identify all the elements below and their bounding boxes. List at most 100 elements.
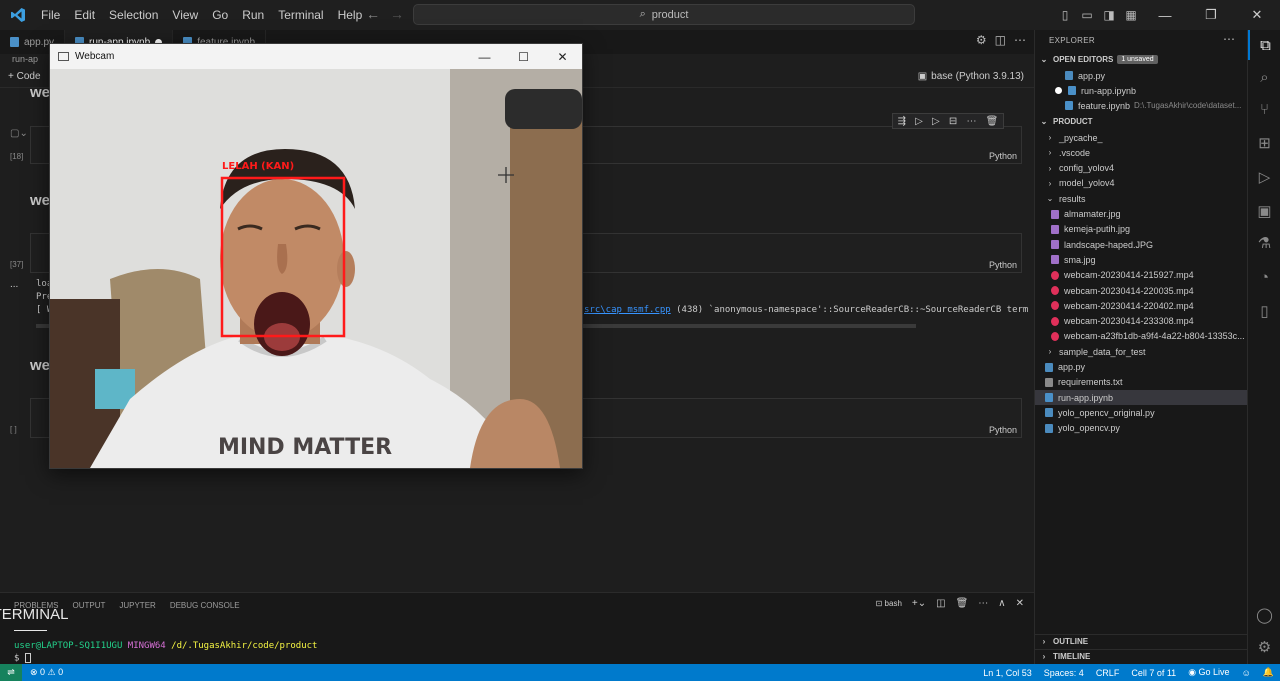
tree-folder[interactable]: › .vscode [1035, 145, 1248, 160]
tree-file[interactable]: sma.jpg [1035, 252, 1248, 267]
open-editor-item[interactable]: run-app.ipynb [1035, 83, 1248, 98]
kill-terminal-icon[interactable]: 🗑 [956, 598, 969, 609]
tree-file[interactable]: yolo_opencv_original.py [1035, 405, 1248, 420]
jupyter-icon[interactable]: ▯ [1248, 296, 1280, 326]
open-editor-item[interactable]: feature.ipynb D:\.TugasAkhir\code\datase… [1035, 98, 1248, 113]
close-icon[interactable]: ✕ [543, 44, 582, 69]
more-actions-icon[interactable]: ⋯ [1014, 33, 1026, 47]
close-panel-icon[interactable]: ✕ [1016, 598, 1024, 609]
tree-folder[interactable]: › config_yolov4 [1035, 161, 1248, 176]
add-code-button[interactable]: + Code [8, 71, 41, 82]
close-window-icon[interactable]: ✕ [1234, 0, 1280, 30]
settings-gear-icon[interactable]: ⚙ [976, 33, 987, 47]
tree-folder[interactable]: › sample_data_for_test [1035, 344, 1248, 359]
tree-file[interactable]: requirements.txt [1035, 375, 1248, 390]
output-link[interactable]: src\cap_msmf.cpp [584, 305, 671, 315]
minimize-icon[interactable]: — [465, 44, 504, 69]
go-live-button[interactable]: ◉ Go Live [1188, 667, 1229, 678]
remote-explorer-icon[interactable]: ▣ [1248, 196, 1280, 226]
terminal-prompt[interactable]: user@LAPTOP-SQ1I1UGU MINGW64 /d/.TugasAk… [14, 641, 317, 651]
open-editor-item[interactable]: app.py [1035, 68, 1248, 83]
tree-file[interactable]: landscape-haped.JPG [1035, 237, 1248, 252]
menu-file[interactable]: File [34, 1, 67, 29]
problems-indicator[interactable]: ⊗ 0 ⚠ 0 [30, 667, 63, 678]
tree-folder[interactable]: ⌄ results [1035, 191, 1248, 206]
unsaved-dot-icon[interactable] [1055, 87, 1062, 94]
tree-file[interactable]: webcam-20230414-220402.mp4 [1035, 298, 1248, 313]
cell-language[interactable]: Python [989, 260, 1017, 270]
cell-indicator[interactable]: Cell 7 of 11 [1131, 668, 1176, 678]
breadcrumb-label[interactable]: run-ap [12, 54, 38, 64]
forward-arrow-icon[interactable]: → [390, 6, 404, 22]
split-cell-icon[interactable]: ⊟ [949, 116, 957, 127]
tree-file[interactable]: app.py [1035, 360, 1248, 375]
remote-indicator-icon[interactable]: ⇌ [0, 664, 22, 681]
execute-above-icon[interactable]: ▷ [915, 116, 923, 127]
tree-file[interactable]: webcam-20230414-233308.mp4 [1035, 314, 1248, 329]
more-cell-actions-icon[interactable]: ⋯ [966, 116, 976, 127]
menu-selection[interactable]: Selection [102, 1, 165, 29]
folder-header[interactable]: ⌄ PRODUCT [1035, 114, 1248, 128]
feedback-icon[interactable]: ☺ [1242, 668, 1251, 678]
tree-file[interactable]: yolo_opencv.py [1035, 421, 1248, 436]
run-by-line-icon[interactable]: ⇶ [898, 116, 906, 127]
manage-gear-icon[interactable]: ⚙ [1248, 632, 1280, 662]
webcam-title-bar[interactable]: Webcam — ☐ ✕ [50, 44, 582, 69]
tab-jupyter[interactable]: JUPYTER [119, 601, 155, 613]
explorer-files-icon[interactable]: ⧉ [1248, 30, 1280, 60]
search-icon[interactable]: ⌕ [1248, 62, 1280, 92]
account-icon[interactable]: ◯ [1248, 600, 1280, 630]
menu-go[interactable]: Go [205, 1, 235, 29]
execute-below-icon[interactable]: ▷ [932, 116, 940, 127]
maximize-icon[interactable]: ☐ [504, 44, 543, 69]
cell-language[interactable]: Python [989, 425, 1017, 435]
explorer-more-icon[interactable]: ⋯ [1223, 32, 1235, 46]
testing-flask-icon[interactable]: ⚗ [1248, 228, 1280, 258]
tab-debug-console[interactable]: DEBUG CONSOLE [170, 601, 240, 613]
notifications-bell-icon[interactable]: 🔔 [1263, 667, 1274, 678]
more-actions-icon[interactable]: ⋯ [978, 598, 988, 609]
menu-run[interactable]: Run [235, 1, 271, 29]
tree-file[interactable]: kemeja-putih.jpg [1035, 222, 1248, 237]
line-ending[interactable]: CRLF [1096, 668, 1120, 678]
git-graph-icon[interactable]: ◔ [1248, 262, 1280, 292]
toggle-secondary-sidebar-icon[interactable]: ◨ [1098, 4, 1120, 26]
minimize-window-icon[interactable]: — [1142, 0, 1188, 30]
timeline-header[interactable]: › TIMELINE [1035, 649, 1248, 663]
toggle-primary-sidebar-icon[interactable]: ▯ [1054, 4, 1076, 26]
tree-file[interactable]: webcam-20230414-220035.mp4 [1035, 283, 1248, 298]
split-editor-icon[interactable]: ◫ [995, 33, 1006, 47]
command-center-search[interactable]: ⌕ product [413, 4, 915, 25]
cursor-position[interactable]: Ln 1, Col 53 [983, 668, 1032, 678]
tree-file[interactable]: webcam-a23fb1db-a9f4-4a22-b804-13353c... [1035, 329, 1248, 344]
indentation[interactable]: Spaces: 4 [1044, 668, 1084, 678]
menu-view[interactable]: View [165, 1, 205, 29]
run-debug-icon[interactable]: ▷ [1248, 162, 1280, 192]
menu-help[interactable]: Help [331, 1, 370, 29]
delete-cell-icon[interactable]: 🗑 [986, 116, 999, 127]
toggle-panel-icon[interactable]: ▭ [1076, 4, 1098, 26]
source-control-icon[interactable]: ⑂ [1248, 94, 1280, 124]
tree-file[interactable]: run-app.ipynb [1035, 390, 1248, 406]
menu-edit[interactable]: Edit [67, 1, 102, 29]
restore-window-icon[interactable]: ❐ [1188, 0, 1234, 30]
back-arrow-icon[interactable]: ← [366, 6, 380, 22]
webcam-window[interactable]: Webcam — ☐ ✕ MIND MATTER LELAH (KAN) [49, 43, 583, 469]
extensions-icon[interactable]: ⊞ [1248, 128, 1280, 158]
new-terminal-icon[interactable]: +⌄ [912, 598, 926, 609]
open-editors-header[interactable]: ⌄ OPEN EDITORS 1 unsaved [1035, 52, 1248, 66]
outline-header[interactable]: › OUTLINE [1035, 634, 1248, 648]
tab-terminal[interactable]: TERMINAL [0, 601, 68, 631]
tab-output[interactable]: OUTPUT [72, 601, 105, 613]
split-terminal-icon[interactable]: ◫ [936, 598, 945, 609]
customize-layout-icon[interactable]: ▦ [1120, 4, 1142, 26]
cell-collapse-icon[interactable]: ▢⌄ [10, 128, 28, 139]
menu-terminal[interactable]: Terminal [271, 1, 330, 29]
tree-folder[interactable]: › _pycache_ [1035, 130, 1248, 145]
terminal-shell-selector[interactable]: ⊡ bash [876, 599, 902, 608]
maximize-panel-icon[interactable]: ∧ [998, 598, 1005, 609]
cell-language[interactable]: Python [989, 151, 1017, 161]
tree-file[interactable]: almamater.jpg [1035, 207, 1248, 222]
kernel-picker[interactable]: ▣ base (Python 3.9.13) [918, 71, 1024, 82]
tree-file[interactable]: webcam-20230414-215927.mp4 [1035, 268, 1248, 283]
